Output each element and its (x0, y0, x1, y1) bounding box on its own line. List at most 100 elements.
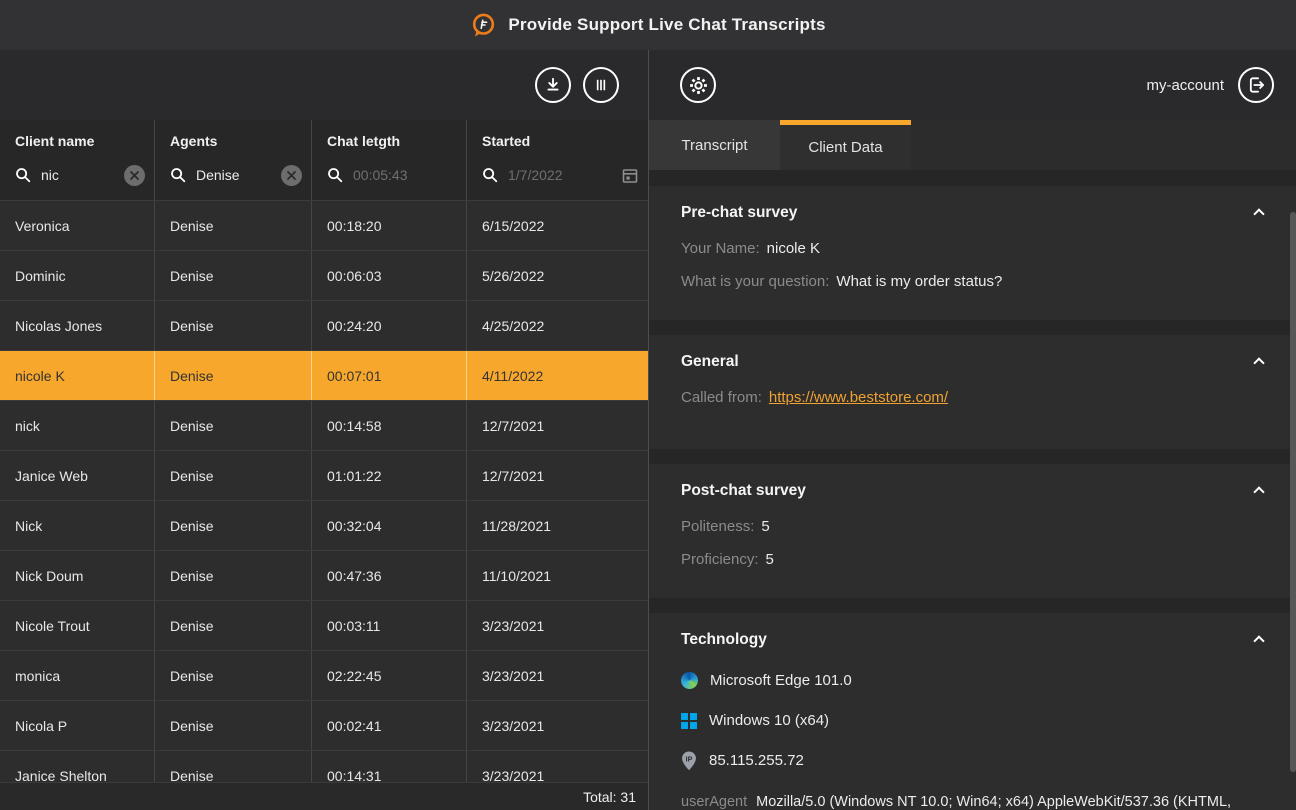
svg-text:IP: IP (686, 755, 693, 763)
table-cell: Nicolas Jones (0, 301, 155, 350)
filter-value: nic (41, 167, 124, 183)
table-cell: 12/7/2021 (467, 401, 648, 450)
field-politeness: Politeness: 5 (681, 516, 1256, 537)
column-agents: Agents Denise (155, 120, 312, 200)
table-cell: 11/28/2021 (467, 501, 648, 550)
settings-icon[interactable] (680, 67, 716, 103)
panel-divider (648, 50, 649, 810)
search-icon (327, 167, 343, 183)
table-header: Client name nic Agents Denise Chat letgth 00:… (0, 120, 648, 201)
table-row[interactable]: monicaDenise02:22:453/23/2021 (0, 651, 648, 701)
table-cell: 00:24:20 (312, 301, 467, 350)
table-body: VeronicaDenise00:18:206/15/2022DominicDe… (0, 201, 648, 810)
search-icon (15, 167, 31, 183)
section-technology: TechnologyMicrosoft Edge 101.0Windows 10… (649, 613, 1296, 810)
table-cell: 5/26/2022 (467, 251, 648, 300)
transcripts-panel: Client name nic Agents Denise Chat letgth 00:… (0, 50, 648, 810)
table-row[interactable]: Nick DoumDenise00:47:3611/10/2021 (0, 551, 648, 601)
tab-transcript[interactable]: Transcript (649, 120, 780, 170)
table-cell: monica (0, 651, 155, 700)
table-cell: 3/23/2021 (467, 651, 648, 700)
section-pre-chat-survey: Pre-chat surveyYour Name:nicole KWhat is… (649, 186, 1296, 320)
table-cell: 11/10/2021 (467, 551, 648, 600)
table-cell: Nicola P (0, 701, 155, 750)
table-row[interactable]: VeronicaDenise00:18:206/15/2022 (0, 201, 648, 251)
app-title: Provide Support Live Chat Transcripts (508, 15, 825, 35)
table-toolbar (0, 50, 648, 120)
column-header-client-name[interactable]: Client name (0, 133, 154, 149)
table-cell: 4/11/2022 (467, 351, 648, 400)
ip-address-icon: IP (681, 751, 697, 771)
filter-input-client-name[interactable]: nic (0, 162, 154, 188)
download-icon[interactable] (535, 67, 571, 103)
column-header-agents[interactable]: Agents (155, 133, 311, 149)
search-icon (482, 167, 498, 183)
scrollbar-thumb[interactable] (1290, 212, 1296, 772)
tabs: TranscriptClient Data (649, 120, 1296, 170)
tech-item-text: Microsoft Edge 101.0 (710, 672, 852, 689)
clear-filter-icon[interactable] (124, 165, 145, 186)
tech-item-text: 85.115.255.72 (709, 752, 804, 769)
column-started: Started 1/7/2022 (467, 120, 648, 200)
table-row[interactable]: DominicDenise00:06:035/26/2022 (0, 251, 648, 301)
collapse-chevron-icon[interactable] (1252, 355, 1266, 369)
column-header-chat-letgth[interactable]: Chat letgth (312, 133, 466, 149)
tech-item-text: Windows 10 (x64) (709, 712, 829, 729)
field-label: Your Name: (681, 240, 760, 257)
field-called-from: Called from: https://www.beststore.com/ (681, 387, 1256, 408)
column-chat-letgth: Chat letgth 00:05:43 (312, 120, 467, 200)
tab-client-data[interactable]: Client Data (780, 120, 911, 170)
section-title: Post-chat survey (681, 480, 1256, 502)
filter-input-agents[interactable]: Denise (155, 162, 311, 188)
table-cell: 01:01:22 (312, 451, 467, 500)
tech-item-microsoft-edge-101-0: Microsoft Edge 101.0 (681, 670, 1256, 691)
table-cell: Denise (155, 601, 312, 650)
field-label: Called from: (681, 389, 762, 406)
detail-toolbar: my-account (649, 50, 1296, 120)
section-post-chat-survey: Post-chat surveyPoliteness:5Proficiency:… (649, 464, 1296, 598)
windows-os-icon (681, 713, 697, 729)
table-cell: Denise (155, 551, 312, 600)
collapse-chevron-icon[interactable] (1252, 484, 1266, 498)
table-cell: Denise (155, 501, 312, 550)
table-cell: 12/7/2021 (467, 451, 648, 500)
column-header-started[interactable]: Started (467, 133, 648, 149)
table-cell: 3/23/2021 (467, 701, 648, 750)
table-row[interactable]: Nicole TroutDenise00:03:113/23/2021 (0, 601, 648, 651)
section-title: General (681, 351, 1256, 373)
useragent-field: userAgentMozilla/5.0 (Windows NT 10.0; W… (681, 793, 1256, 810)
field-label: Politeness: (681, 518, 754, 535)
filter-placeholder: 1/7/2022 (508, 167, 621, 183)
filter-input-started[interactable]: 1/7/2022 (467, 162, 648, 188)
section-general: General Called from: https://www.beststore… (649, 335, 1296, 449)
clear-filter-icon[interactable] (281, 165, 302, 186)
table-cell: 3/23/2021 (467, 601, 648, 650)
called-from-link[interactable]: https://www.beststore.com/ (769, 389, 948, 406)
table-cell: Denise (155, 651, 312, 700)
logout-icon[interactable] (1238, 67, 1274, 103)
table-cell: 00:18:20 (312, 201, 467, 250)
table-cell: Denise (155, 451, 312, 500)
table-cell: 00:02:41 (312, 701, 467, 750)
table-row[interactable]: Nicolas JonesDenise00:24:204/25/2022 (0, 301, 648, 351)
filter-input-chat-letgth[interactable]: 00:05:43 (312, 162, 466, 188)
filter-value: Denise (196, 167, 281, 183)
table-row[interactable]: nickDenise00:14:5812/7/2021 (0, 401, 648, 451)
tech-item-windows-10-x64: Windows 10 (x64) (681, 710, 1256, 731)
table-row[interactable]: Janice WebDenise01:01:2212/7/2021 (0, 451, 648, 501)
table-row[interactable]: Nicola PDenise00:02:413/23/2021 (0, 701, 648, 751)
useragent-value: Mozilla/5.0 (Windows NT 10.0; Win64; x64… (681, 794, 1231, 810)
field-value: 5 (761, 518, 769, 535)
calendar-icon[interactable] (621, 166, 639, 184)
table-row[interactable]: nicole KDenise00:07:014/11/2022 (0, 351, 648, 401)
table-footer: Total: 31 (0, 782, 648, 810)
table-cell: Nicole Trout (0, 601, 155, 650)
table-row[interactable]: NickDenise00:32:0411/28/2021 (0, 501, 648, 551)
collapse-chevron-icon[interactable] (1252, 206, 1266, 220)
collapse-chevron-icon[interactable] (1252, 633, 1266, 647)
field-value: 5 (766, 551, 774, 568)
table-cell: nicole K (0, 351, 155, 400)
field-label: What is your question: (681, 273, 829, 290)
columns-icon[interactable] (583, 67, 619, 103)
table-cell: 00:14:58 (312, 401, 467, 450)
